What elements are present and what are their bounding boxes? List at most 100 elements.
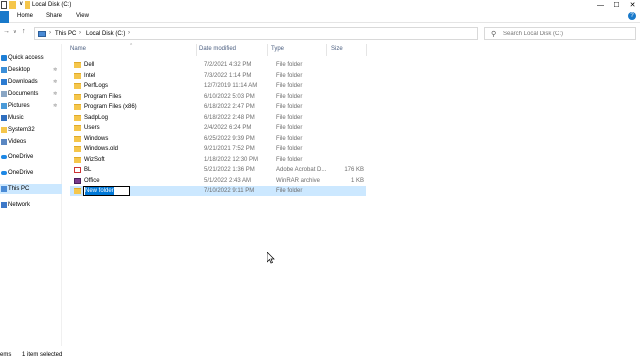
file-row[interactable]: PerfLogs 12/7/2019 11:14 AM File folder [70, 81, 366, 91]
new-folder-icon[interactable] [9, 1, 16, 9]
pin-icon[interactable]: ✲ [53, 67, 57, 73]
sidebar-item[interactable]: OneDrive [0, 168, 62, 178]
pin-icon[interactable]: ✲ [53, 79, 57, 85]
search-input[interactable] [503, 29, 633, 39]
search-box[interactable]: ⚲ [484, 27, 636, 40]
file-date-modified: 12/7/2019 11:14 AM [204, 83, 258, 89]
file-date-modified: 5/1/2022 2:43 AM [204, 177, 252, 184]
file-name: Intel [84, 72, 96, 79]
column-size[interactable]: Size [331, 46, 343, 52]
file-type: File folder [276, 188, 303, 194]
column-date-modified[interactable]: Date modified [199, 46, 236, 52]
sidebar-item-label: OneDrive [8, 154, 34, 160]
file-row[interactable]: Windows 6/25/2022 9:39 PM File folder [70, 134, 366, 144]
file-row[interactable]: Office 5/1/2022 2:43 AM WinRAR archive 1 KB [70, 176, 366, 186]
sidebar-item[interactable]: Pictures ✲ [0, 101, 62, 111]
forward-icon[interactable]: → [3, 28, 10, 35]
computer-icon [1, 186, 7, 192]
sidebar-item[interactable]: OneDrive [0, 152, 62, 162]
rename-input[interactable]: New folder [83, 186, 130, 196]
folder-icon [74, 72, 81, 79]
qa-dropdown-icon[interactable]: ∨ [19, 0, 23, 8]
column-divider[interactable] [267, 44, 268, 56]
pin-icon[interactable]: ✲ [53, 103, 57, 109]
file-name: PerfLogs [84, 83, 109, 89]
sidebar-item[interactable]: System32 [0, 125, 62, 135]
music-icon [1, 115, 7, 121]
folder-icon [74, 135, 81, 142]
file-size: 1 KB [350, 177, 364, 184]
column-divider[interactable] [326, 44, 327, 56]
column-divider[interactable] [366, 44, 367, 56]
sidebar-item[interactable]: Music [0, 113, 62, 123]
file-row[interactable]: WizSoft 1/18/2022 12:30 PM File folder [70, 155, 366, 165]
file-type: File folder [276, 146, 303, 152]
archive-icon [74, 177, 81, 184]
file-row[interactable]: Intel 7/3/2022 1:14 PM File folder [70, 71, 366, 81]
file-name: WizSoft [84, 156, 105, 163]
file-row[interactable]: Program Files 6/10/2022 5:03 PM File folde… [70, 92, 366, 102]
file-name: Office [84, 177, 100, 184]
file-date-modified: 7/3/2022 1:14 PM [204, 72, 252, 79]
tab-view[interactable]: View [76, 13, 89, 19]
folder-icon [74, 83, 81, 89]
sidebar-item-label: Network [8, 202, 31, 208]
sidebar-item[interactable]: Videos [0, 137, 62, 147]
address-bar[interactable]: › This PC › Local Disk (C:) › ∨ ↻ [34, 27, 508, 40]
tab-file[interactable] [0, 11, 9, 23]
breadcrumb-separator: › [79, 30, 81, 36]
file-row[interactable]: New folder 7/10/2022 9:11 PM File folder [70, 186, 366, 196]
recent-locations-icon[interactable]: ∨ [13, 29, 17, 35]
pin-icon[interactable]: ✲ [53, 91, 57, 97]
help-icon[interactable]: ? [628, 12, 636, 20]
column-name[interactable]: Name [70, 46, 86, 52]
breadcrumb-this-pc[interactable]: This PC [55, 31, 76, 37]
column-divider[interactable] [196, 44, 197, 56]
tab-share[interactable]: Share [46, 13, 62, 19]
documents-icon [1, 91, 7, 97]
status-selected: 1 item selected [22, 352, 63, 358]
sidebar-item[interactable]: Network [0, 200, 62, 210]
breadcrumb-local-disk[interactable]: Local Disk (C:) [86, 31, 125, 37]
folder-icon [74, 114, 81, 121]
file-date-modified: 2/4/2022 6:24 PM [204, 125, 252, 131]
file-date-modified: 6/10/2022 5:03 PM [204, 93, 255, 100]
properties-icon[interactable] [1, 1, 7, 9]
column-type[interactable]: Type [271, 46, 284, 52]
computer-icon [38, 31, 46, 37]
status-bar: ems 1 item selected [0, 350, 640, 360]
file-row[interactable]: BL 5/21/2022 1:36 PM Adobe Acrobat D... 176… [70, 165, 366, 175]
file-row[interactable]: Dell 7/2/2021 4:32 PM File folder [70, 60, 366, 70]
folder-icon [74, 93, 81, 100]
minimize-button[interactable]: — [594, 0, 607, 10]
search-icon: ⚲ [491, 31, 497, 38]
maximize-button[interactable]: ☐ [610, 0, 623, 10]
file-row[interactable]: SadpLog 6/18/2022 2:48 PM File folder [70, 113, 366, 123]
sidebar-item[interactable]: Desktop ✲ [0, 65, 62, 75]
sidebar-item[interactable]: Documents ✲ [0, 89, 62, 99]
sidebar-item-label: OneDrive [8, 170, 34, 176]
ribbon-tabs: Home Share View ? [0, 11, 640, 23]
close-button[interactable]: ✕ [626, 0, 639, 10]
tab-home[interactable]: Home [17, 13, 33, 19]
sidebar-item-label: Pictures [8, 103, 30, 109]
file-name: Dell [84, 62, 95, 68]
file-size: 176 KB [344, 167, 364, 173]
sidebar-item-label: This PC [8, 186, 30, 192]
pdf-file-icon [74, 167, 81, 173]
cloud-icon [1, 171, 7, 175]
file-type: File folder [276, 114, 303, 121]
up-icon[interactable]: ↑ [22, 28, 26, 35]
sidebar-item[interactable]: Downloads ✲ [0, 77, 62, 87]
videos-icon [1, 139, 7, 145]
file-date-modified: 9/21/2021 7:52 PM [204, 146, 255, 152]
sidebar-item[interactable]: Quick access [0, 53, 62, 63]
folder-icon [74, 156, 81, 163]
sidebar-item[interactable]: This PC [0, 184, 62, 194]
star-icon [1, 55, 7, 61]
file-row[interactable]: Program Files (x86) 6/18/2022 2:47 PM File… [70, 102, 366, 112]
file-type: File folder [276, 72, 303, 79]
file-row[interactable]: Windows.old 9/21/2021 7:52 PM File folder [70, 144, 366, 154]
file-row[interactable]: Users 2/4/2022 6:24 PM File folder [70, 123, 366, 133]
sidebar-item-label: Music [8, 115, 24, 121]
